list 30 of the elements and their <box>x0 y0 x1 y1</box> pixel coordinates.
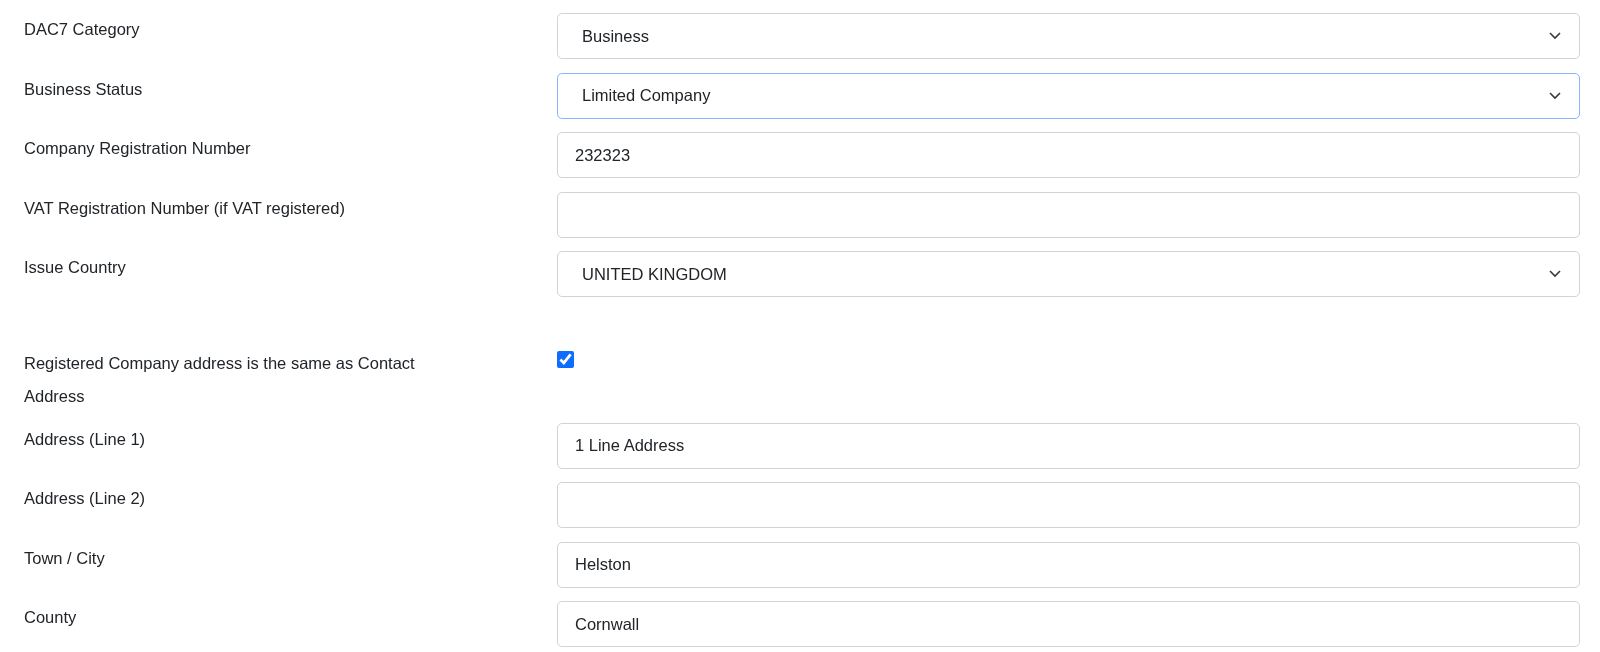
field-value: Limited Company <box>582 85 711 107</box>
field-label: Business Status <box>24 78 144 100</box>
input-field[interactable] <box>557 482 1580 528</box>
chevron-down-icon <box>1549 91 1561 100</box>
input-field[interactable] <box>557 191 1580 238</box>
field-label: Address (Line 2) <box>24 488 147 509</box>
input-field[interactable]: 1 Line Address <box>557 422 1580 469</box>
field-label: VAT Registration Number (if VAT registered) <box>24 197 346 219</box>
field-value: Helston <box>575 554 631 576</box>
dropdown[interactable]: Limited Company <box>557 72 1580 119</box>
chevron-down-icon <box>1549 32 1561 40</box>
input-field[interactable]: Helston <box>557 541 1580 588</box>
field-label: Issue Country <box>24 257 127 278</box>
checkbox[interactable] <box>557 350 574 368</box>
chevron-down-icon <box>1549 270 1561 278</box>
field-value: 1 Line Address <box>575 435 685 457</box>
field-value: Business <box>582 25 649 47</box>
field-label: Registered Company address is the same as Contact Address <box>24 352 416 407</box>
field-value: 232323 <box>575 144 631 166</box>
field-label: DAC7 Category <box>24 19 141 40</box>
field-value: UNITED KINGDOM <box>582 263 727 285</box>
field-label: Address (Line 1) <box>24 428 147 450</box>
field-label: County <box>24 607 78 628</box>
field-label: Company Registration Number <box>24 138 252 159</box>
dropdown[interactable]: Business <box>557 13 1580 59</box>
input-field[interactable]: 232323 <box>557 132 1580 178</box>
input-field[interactable]: Cornwall <box>557 601 1580 647</box>
dropdown[interactable]: UNITED KINGDOM <box>557 251 1580 297</box>
field-label: Town / City <box>24 547 106 569</box>
field-value: Cornwall <box>575 613 640 635</box>
